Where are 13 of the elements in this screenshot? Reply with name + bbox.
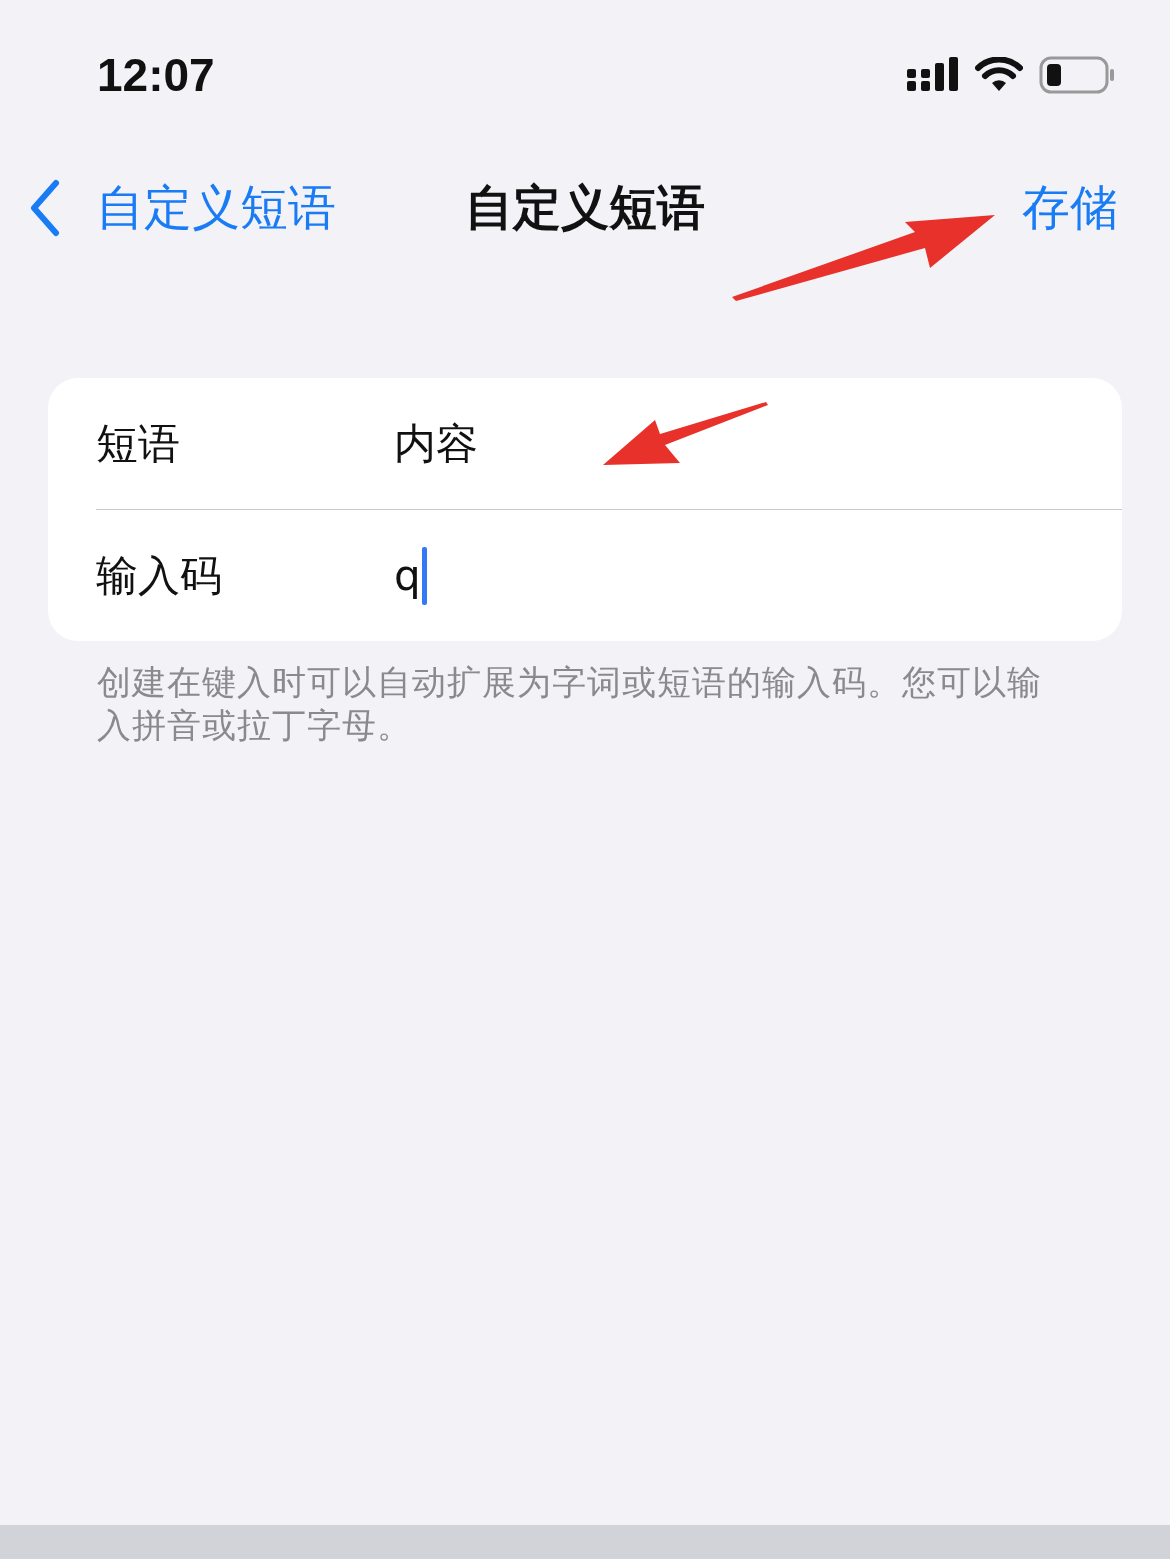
field-label: 短语 (96, 417, 181, 470)
chevron-left-icon (28, 178, 62, 237)
input-field[interactable]: q (394, 545, 1122, 606)
input-field[interactable]: 内容 (394, 413, 1122, 474)
status-time: 12:07 (97, 48, 215, 102)
footer-note: 创建在键入时可以自动扩展为字词或短语的输入码。您可以输入拼音或拉丁字母。 (97, 661, 1043, 747)
signal-icon (907, 57, 959, 93)
nav-title: 自定义短语 (465, 177, 705, 237)
field-label: 输入码 (96, 549, 223, 602)
wifi-icon (975, 57, 1023, 93)
battery-icon (1039, 56, 1115, 94)
back-button[interactable]: 自定义短语 (28, 175, 336, 240)
save-button[interactable]: 存储 (1022, 175, 1118, 240)
